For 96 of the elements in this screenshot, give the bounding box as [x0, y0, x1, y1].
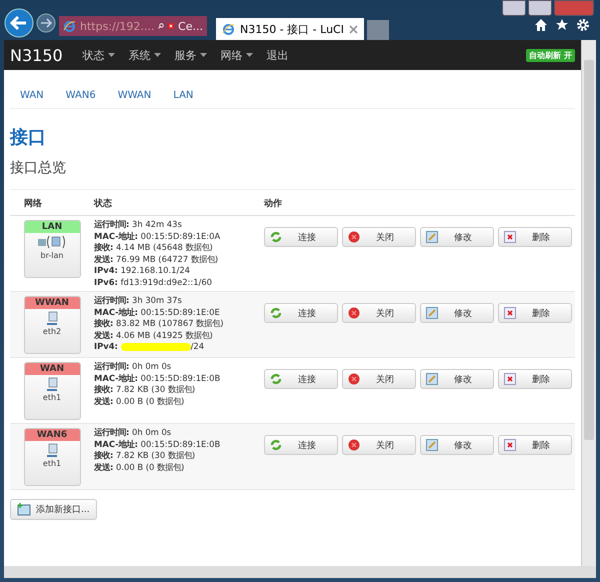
browser-logo-icon: [63, 20, 76, 32]
status-line: MAC-地址: 00:15:5D:89:1E:0B: [94, 372, 222, 384]
action-button[interactable]: 关闭: [342, 303, 416, 323]
error-icon: [168, 21, 174, 31]
edit-icon: [426, 439, 438, 451]
action-button[interactable]: 删除: [498, 303, 572, 323]
interface-name: WAN: [24, 363, 80, 375]
status-line: 运行时间: 0h 0m 0s: [94, 427, 172, 438]
refresh-icon: [270, 307, 282, 319]
refresh-icon: [270, 231, 282, 243]
status-line: IPv4: 192.168.10.1/24: [94, 265, 191, 276]
add-interface-button[interactable]: 添加新接口...: [10, 499, 97, 520]
status-line: 运行时间: 0h 0m 0s: [94, 361, 172, 372]
device-name: br-lan: [40, 251, 64, 260]
section-title: 接口总览: [10, 159, 67, 177]
address-bar[interactable]: https://192.... Ce...: [59, 16, 207, 36]
action-button[interactable]: 关闭: [342, 435, 416, 455]
status-line: IPv4: /24: [94, 341, 206, 352]
status-line: 接收: 83.82 MB (107867 数据包): [94, 318, 224, 330]
device-name: eth1: [42, 393, 62, 402]
page-title: 接口: [10, 126, 47, 149]
home-icon[interactable]: [534, 18, 548, 32]
status-line: IPv6: fd13:919d:d9e2::1/60: [94, 276, 214, 288]
delete-icon: [504, 307, 516, 319]
column-header: 状态: [94, 197, 113, 210]
action-button[interactable]: 修改: [420, 435, 494, 455]
caret-icon: [246, 53, 253, 57]
forward-button[interactable]: [36, 13, 56, 33]
action-button[interactable]: 删除: [498, 227, 572, 247]
minimize-button[interactable]: [502, 0, 526, 16]
action-button[interactable]: 修改: [420, 303, 494, 323]
brand-title[interactable]: N3150: [10, 46, 63, 64]
status-line: 发送: 0.00 B (0 数据包): [94, 462, 186, 473]
browser-tab[interactable]: N3150 - 接口 - LuCI: [216, 18, 364, 40]
interface-name: LAN: [24, 221, 80, 233]
new-item-icon: [17, 503, 31, 516]
status-line: MAC-地址: 00:15:5D:89:1E:0E: [94, 306, 221, 318]
delete-icon: [504, 373, 516, 385]
refresh-icon: [270, 439, 282, 451]
device-name: eth1: [42, 459, 62, 468]
interface-name: WAN6: [24, 429, 80, 441]
status-line: 发送: 4.06 MB (41925 数据包): [94, 330, 214, 341]
nav-menu[interactable]: 状态: [82, 48, 115, 62]
interface-tab[interactable]: WAN6: [66, 90, 96, 101]
action-button[interactable]: 关闭: [342, 369, 416, 389]
refresh-icon: [270, 373, 282, 385]
device-name: eth2: [42, 327, 62, 336]
maximize-button[interactable]: [528, 0, 552, 16]
action-button[interactable]: 修改: [420, 369, 494, 389]
status-line: 运行时间: 3h 30m 37s: [94, 295, 183, 306]
back-button[interactable]: [4, 8, 34, 38]
nav-menu[interactable]: 系统: [128, 48, 161, 62]
close-icon[interactable]: [349, 24, 358, 34]
stop-icon: [348, 439, 360, 451]
edit-icon: [426, 307, 438, 319]
action-button[interactable]: 删除: [498, 435, 572, 455]
action-button[interactable]: 修改: [420, 227, 494, 247]
interface-tab[interactable]: WWAN: [118, 90, 152, 101]
action-button[interactable]: 连接: [264, 369, 338, 389]
status-line: 发送: 76.99 MB (64727 数据包): [94, 254, 220, 265]
edit-icon: [426, 231, 438, 243]
stop-icon: [348, 307, 360, 319]
status-line: 接收: 7.82 KB (30 数据包): [94, 384, 196, 396]
status-line: 发送: 0.00 B (0 数据包): [94, 396, 186, 407]
action-button[interactable]: 连接: [264, 227, 338, 247]
nav-menu[interactable]: 网络: [220, 48, 253, 62]
column-header: 网络: [23, 198, 43, 210]
status-line: 接收: 7.82 KB (30 数据包): [94, 450, 196, 462]
edit-icon: [426, 373, 438, 385]
stop-icon: [348, 231, 360, 243]
interface-tab[interactable]: WAN: [20, 90, 44, 101]
action-button[interactable]: 连接: [264, 303, 338, 323]
vertical-scrollbar[interactable]: [581, 40, 596, 566]
column-header: 动作: [264, 198, 283, 210]
browser-logo-icon: [222, 22, 235, 36]
action-button[interactable]: 关闭: [342, 227, 416, 247]
action-button[interactable]: 删除: [498, 369, 572, 389]
stop-icon: [348, 373, 360, 385]
status-line: 运行时间: 3h 42m 43s: [94, 219, 183, 230]
caret-icon: [200, 53, 207, 57]
status-line: 接收: 4.14 MB (45648 数据包): [94, 242, 214, 254]
status-line: MAC-地址: 00:15:5D:89:1E:0A: [94, 230, 222, 242]
caret-icon: [108, 53, 115, 57]
interface-name: WWAN: [24, 297, 80, 309]
star-icon[interactable]: [555, 18, 569, 32]
settings-icon[interactable]: [576, 18, 590, 32]
delete-icon: [504, 439, 516, 451]
search-icon[interactable]: [158, 21, 164, 31]
action-button[interactable]: 连接: [264, 435, 338, 455]
nav-menu[interactable]: 服务: [174, 48, 207, 62]
status-line: MAC-地址: 00:15:5D:89:1E:0B: [94, 438, 222, 450]
nav-menu[interactable]: 退出: [266, 48, 289, 62]
caret-icon: [154, 53, 161, 57]
delete-icon: [504, 231, 516, 243]
horizontal-scrollbar[interactable]: [4, 566, 596, 578]
interface-tab[interactable]: LAN: [173, 90, 194, 101]
